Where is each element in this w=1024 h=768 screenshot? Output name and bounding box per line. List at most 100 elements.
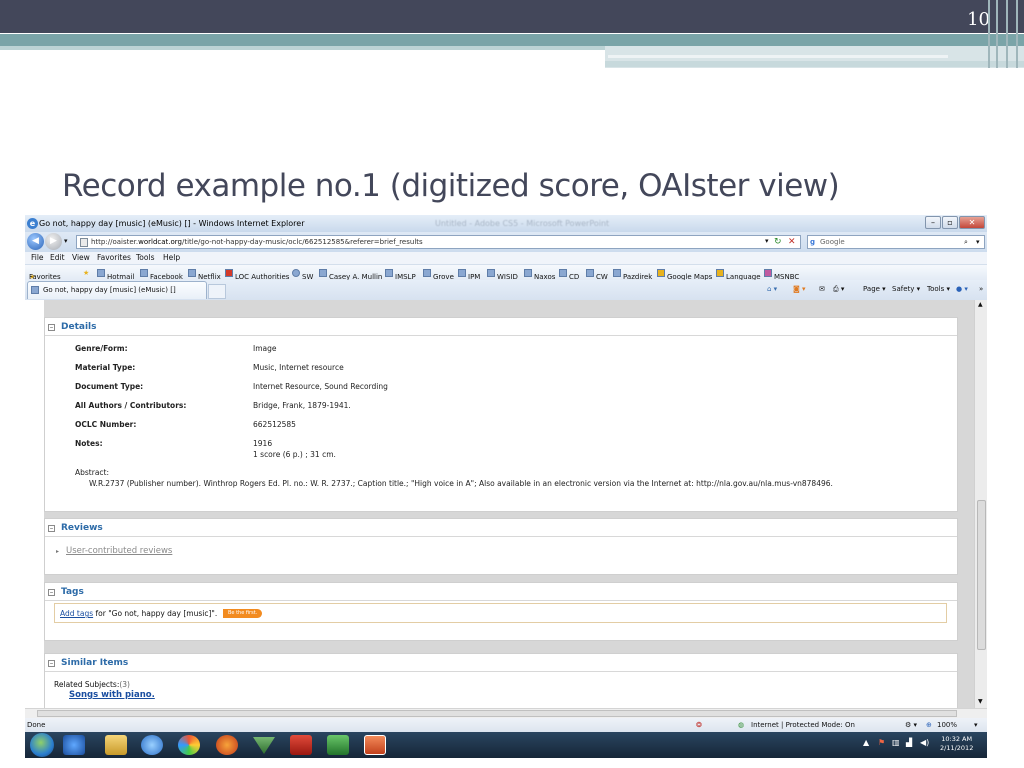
scroll-up-icon[interactable]: ▲ — [978, 301, 983, 308]
toolbar-overflow-icon[interactable]: » — [979, 285, 983, 293]
feeds-icon[interactable]: ◙ ▾ — [793, 285, 806, 293]
tray-network-icon[interactable]: ▥ — [892, 738, 900, 747]
reviews-header[interactable]: – Reviews — [45, 519, 957, 537]
acrobat-taskbar-icon[interactable] — [290, 735, 312, 755]
fav-casey-mullin[interactable]: Casey A. Mullin — [319, 269, 382, 281]
explorer-taskbar-icon[interactable] — [105, 735, 127, 755]
add-tags-link[interactable]: Add tags — [60, 609, 93, 618]
google-icon: g — [810, 238, 816, 246]
fav-facebook[interactable]: Facebook — [140, 269, 183, 281]
windows-taskbar: ▲ ⚑ ▥ ▟ ◀) 10:32 AM 2/11/2012 — [25, 732, 987, 758]
fav-sw[interactable]: SW — [292, 269, 313, 281]
chrome-taskbar-icon[interactable] — [178, 735, 200, 755]
tags-header[interactable]: – Tags — [45, 583, 957, 601]
recent-pages-dropdown[interactable]: ▾ — [64, 237, 68, 245]
detail-label: All Authors / Contributors: — [75, 401, 187, 410]
protected-mode-icon[interactable]: ⚙ ▾ — [905, 721, 917, 729]
menu-favorites[interactable]: Favorites — [97, 253, 131, 262]
notes-line-2: 1 score (6 p.) ; 31 cm. — [253, 450, 336, 459]
fav-hotmail[interactable]: Hotmail — [97, 269, 134, 281]
menu-view[interactable]: View — [72, 253, 90, 262]
read-mail-icon[interactable]: ✉ — [819, 285, 825, 293]
page-menu[interactable]: Page ▾ — [863, 285, 886, 293]
safety-menu[interactable]: Safety ▾ — [892, 285, 920, 293]
detail-label: Document Type: — [75, 382, 144, 391]
fav-wisid[interactable]: WISID — [487, 269, 518, 281]
expand-arrow-icon[interactable]: ▸ — [56, 548, 59, 555]
start-button[interactable] — [30, 733, 54, 757]
collapse-icon[interactable]: – — [48, 525, 55, 532]
taskbar-clock[interactable]: 10:32 AM 2/11/2012 — [940, 735, 973, 753]
maximize-button[interactable]: ▫ — [942, 216, 958, 229]
forward-button[interactable]: ▶ — [45, 233, 62, 250]
collapse-icon[interactable]: – — [48, 324, 55, 331]
tools-menu[interactable]: Tools ▾ — [927, 285, 950, 293]
fav-grove[interactable]: Grove — [423, 269, 454, 281]
be-first-badge[interactable]: Be the first. — [223, 609, 263, 618]
fav-netflix[interactable]: Netflix — [188, 269, 221, 281]
close-button[interactable]: ✕ — [959, 216, 985, 229]
popup-blocker-icon[interactable]: ❂ — [696, 721, 702, 729]
zoom-level[interactable]: 100% — [937, 721, 957, 729]
collapse-icon[interactable]: – — [48, 589, 55, 596]
fav-language[interactable]: Language — [716, 269, 761, 281]
tray-volume-icon[interactable]: ◀) — [920, 738, 929, 747]
fav-pazdirek[interactable]: Pazdirek — [613, 269, 652, 281]
horizontal-scroll-thumb[interactable] — [37, 710, 957, 717]
fav-ipm[interactable]: IPM — [458, 269, 480, 281]
fav-cw[interactable]: CW — [586, 269, 608, 281]
back-button[interactable]: ◀ — [27, 233, 44, 250]
tray-expand-icon[interactable]: ▲ — [863, 738, 869, 747]
powerpoint-taskbar-icon[interactable] — [364, 735, 386, 755]
stop-icon[interactable]: ✕ — [788, 237, 796, 247]
print-icon[interactable]: ⎙ ▾ — [833, 285, 844, 294]
horizontal-scrollbar[interactable] — [25, 708, 987, 718]
fav-google-maps[interactable]: Google Maps — [657, 269, 712, 281]
detail-value: Internet Resource, Sound Recording — [253, 382, 388, 391]
excel-taskbar-icon[interactable] — [327, 735, 349, 755]
fav-loc-authorities[interactable]: LOC Authorities — [225, 269, 289, 281]
address-bar[interactable]: http://oaister.worldcat.org/title/go-not… — [76, 235, 801, 249]
media-taskbar-icon[interactable] — [216, 735, 238, 755]
details-header[interactable]: – Details — [45, 318, 957, 336]
minimize-button[interactable]: – — [925, 216, 941, 229]
collapse-icon[interactable]: – — [48, 660, 55, 667]
app-taskbar-icon[interactable] — [253, 737, 275, 754]
reviews-section: – Reviews ▸ User-contributed reviews — [44, 518, 958, 575]
menu-edit[interactable]: Edit — [50, 253, 65, 262]
menu-help[interactable]: Help — [163, 253, 180, 262]
search-placeholder: Google — [820, 238, 845, 246]
search-dropdown-icon[interactable]: ▾ — [976, 238, 980, 246]
detail-value: Image — [253, 344, 277, 353]
tray-flag-icon[interactable]: ⚑ — [878, 738, 885, 747]
help-icon[interactable]: ● ▾ — [956, 285, 968, 293]
reviews-heading: Reviews — [61, 523, 103, 533]
add-favorite-icon[interactable]: ★ — [83, 269, 89, 277]
refresh-icon[interactable]: ↻ — [774, 237, 782, 247]
home-icon[interactable]: ⌂ ▾ — [767, 285, 777, 293]
fav-cd[interactable]: CD — [559, 269, 579, 281]
menu-tools[interactable]: Tools — [136, 253, 154, 262]
fav-naxos[interactable]: Naxos — [524, 269, 555, 281]
search-box[interactable]: g Google ⌕ ▾ — [807, 235, 985, 249]
page-icon — [80, 238, 88, 247]
similar-items-header[interactable]: – Similar Items — [45, 654, 957, 672]
scroll-down-icon[interactable]: ▼ — [978, 698, 983, 705]
address-dropdown-icon[interactable]: ▾ — [765, 237, 769, 245]
subject-link[interactable]: Songs with piano. — [69, 690, 155, 700]
new-tab-button[interactable] — [208, 284, 226, 299]
tab-active[interactable]: Go not, happy day [music] (eMusic) [] — [27, 281, 207, 299]
fav-msnbc[interactable]: MSNBC — [764, 269, 799, 281]
ie-icon: e — [27, 218, 38, 229]
search-icon[interactable]: ⌕ — [964, 238, 968, 247]
vertical-scrollbar[interactable]: ▲ ▼ — [974, 300, 987, 708]
fav-imslp[interactable]: IMSLP — [385, 269, 416, 281]
user-reviews-link[interactable]: User-contributed reviews — [66, 546, 172, 556]
itunes-taskbar-icon[interactable] — [141, 735, 163, 755]
ie-taskbar-icon[interactable] — [63, 735, 85, 755]
vertical-scroll-thumb[interactable] — [977, 500, 986, 650]
menu-file[interactable]: File — [31, 253, 44, 262]
tray-signal-icon[interactable]: ▟ — [906, 738, 912, 747]
zoom-dropdown-icon[interactable]: ▾ — [974, 721, 978, 729]
tag-prompt-box: Add tags for "Go not, happy day [music]"… — [54, 603, 947, 623]
